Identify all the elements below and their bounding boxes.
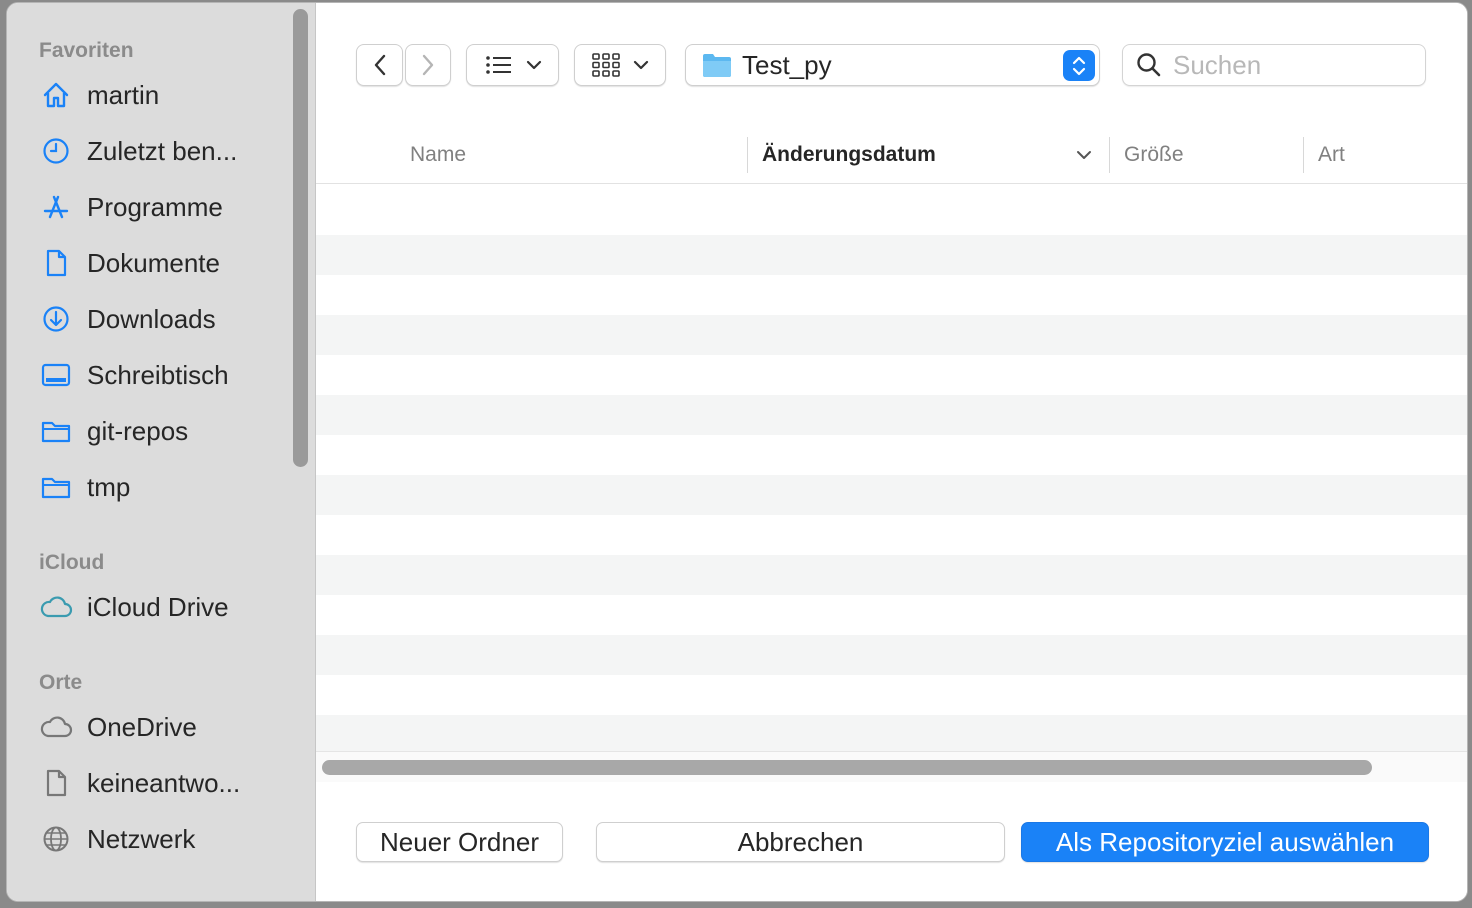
sort-descending-icon (1077, 151, 1091, 159)
chevron-down-icon (526, 60, 541, 70)
sidebar-item-martin[interactable]: martin (39, 73, 279, 117)
folder-icon (39, 470, 73, 504)
sidebar: Favoriten martin Zuletzt ben... Programm… (7, 3, 316, 901)
sidebar-item-netzwerk[interactable]: Netzwerk (39, 817, 279, 861)
column-divider[interactable] (747, 137, 748, 173)
folder-icon (39, 414, 73, 448)
sidebar-item-keineantwort[interactable]: keineantwo... (39, 761, 279, 805)
sidebar-item-label: git-repos (87, 415, 189, 446)
empty-row (316, 235, 1467, 275)
empty-row (316, 635, 1467, 675)
clock-icon (39, 134, 73, 168)
chevron-down-icon (633, 60, 649, 70)
sidebar-item-schreibtisch[interactable]: Schreibtisch (39, 353, 279, 397)
sidebar-item-dokumente[interactable]: Dokumente (39, 241, 279, 285)
sidebar-item-label: keineantwo... (87, 767, 241, 798)
section-favoriten: Favoriten (39, 39, 134, 62)
list-view-icon (485, 56, 511, 74)
download-icon (39, 302, 73, 336)
desktop-icon (39, 358, 73, 392)
main-panel: Test_py Name Änderungsdat (316, 3, 1467, 901)
sidebar-item-programme[interactable]: Programme (39, 185, 279, 229)
icloud-icon (39, 590, 73, 624)
confirm-button[interactable]: Als Repositoryziel auswählen (1021, 822, 1429, 862)
empty-row (316, 475, 1467, 515)
location-popup[interactable]: Test_py (685, 44, 1100, 86)
column-name[interactable]: Name (410, 127, 466, 183)
horizontal-scroll-thumb[interactable] (322, 760, 1372, 775)
toolbar: Test_py (316, 3, 1467, 128)
location-stepper[interactable] (1063, 50, 1095, 81)
grid-view-icon (592, 53, 620, 77)
folder-icon (703, 54, 731, 77)
group-by-button[interactable] (574, 44, 666, 86)
sidebar-item-label: Programme (87, 191, 223, 222)
sidebar-item-label: iCloud Drive (87, 591, 229, 622)
back-button[interactable] (356, 44, 403, 86)
document-icon (39, 246, 73, 280)
column-header: Name Änderungsdatum Größe Art (316, 127, 1467, 184)
sidebar-item-label: martin (87, 79, 160, 110)
sidebar-item-onedrive[interactable]: OneDrive (39, 705, 279, 749)
sidebar-item-tmp[interactable]: tmp (39, 465, 279, 509)
sidebar-item-label: Dokumente (87, 247, 220, 278)
current-folder-label: Test_py (742, 49, 832, 80)
empty-row (316, 184, 1467, 235)
sidebar-item-label: OneDrive (87, 711, 197, 742)
search-icon (1137, 53, 1161, 77)
sidebar-item-label: Netzwerk (87, 823, 196, 854)
empty-row (316, 555, 1467, 595)
sidebar-item-label: tmp (87, 471, 131, 502)
cancel-button[interactable]: Abbrechen (596, 822, 1005, 862)
empty-row (316, 715, 1467, 751)
sidebar-item-git-repos[interactable]: git-repos (39, 409, 279, 453)
horizontal-scrollbar[interactable] (316, 751, 1467, 783)
sidebar-item-label: Schreibtisch (87, 359, 229, 390)
cloud-icon (39, 710, 73, 744)
empty-row (316, 355, 1467, 395)
column-kind[interactable]: Art (1318, 127, 1345, 183)
file-list[interactable] (316, 184, 1467, 751)
empty-row (316, 675, 1467, 715)
empty-row (316, 595, 1467, 635)
empty-row (316, 395, 1467, 435)
view-mode-list-button[interactable] (466, 44, 559, 86)
section-icloud: iCloud (39, 551, 105, 574)
sidebar-item-icloud-drive[interactable]: iCloud Drive (39, 585, 279, 629)
section-orte: Orte (39, 671, 83, 694)
file-dialog-window: Favoriten martin Zuletzt ben... Programm… (6, 2, 1468, 902)
sidebar-scrollbar[interactable] (293, 9, 308, 467)
empty-row (316, 515, 1467, 555)
up-down-chevron-icon (1072, 56, 1086, 75)
column-divider[interactable] (1303, 137, 1304, 173)
column-size[interactable]: Größe (1124, 127, 1184, 183)
forward-button[interactable] (405, 44, 451, 86)
column-date[interactable]: Änderungsdatum (762, 127, 1092, 183)
search-input[interactable] (1171, 48, 1405, 82)
search-field[interactable] (1122, 44, 1426, 86)
sidebar-item-label: Zuletzt ben... (87, 135, 238, 166)
sidebar-item-downloads[interactable]: Downloads (39, 297, 279, 341)
empty-row (316, 315, 1467, 355)
column-divider[interactable] (1109, 137, 1110, 173)
empty-row (316, 435, 1467, 475)
document-icon (39, 766, 73, 800)
chevron-left-icon (374, 54, 385, 76)
sidebar-item-label: Downloads (87, 303, 216, 334)
applications-icon (39, 190, 73, 224)
column-date-label: Änderungsdatum (762, 143, 936, 166)
empty-row (316, 275, 1467, 315)
dialog-footer: Neuer Ordner Abbrechen Als Repositoryzie… (316, 782, 1467, 901)
home-icon (39, 78, 73, 112)
new-folder-button[interactable]: Neuer Ordner (356, 822, 563, 862)
sidebar-item-recents[interactable]: Zuletzt ben... (39, 129, 279, 173)
chevron-right-icon (422, 54, 434, 76)
globe-icon (39, 822, 73, 856)
